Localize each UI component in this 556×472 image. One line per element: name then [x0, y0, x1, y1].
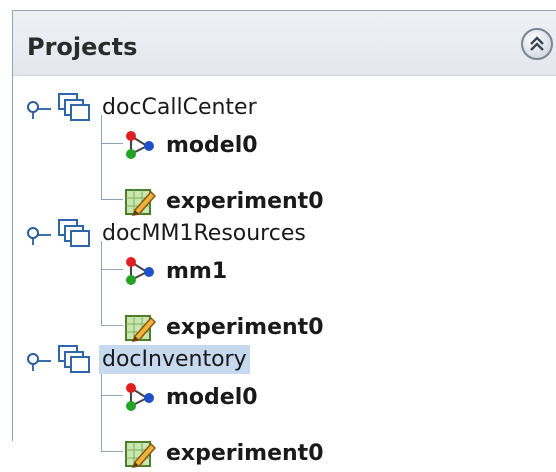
tree-node-model[interactable]: model0 [123, 379, 261, 415]
project-name: docMM1Resources [102, 220, 306, 246]
tree-guide-line [101, 241, 102, 325]
collapse-panel-button[interactable] [521, 28, 553, 60]
projects-panel: Projects docCallCenter model0 experiment… [12, 10, 556, 468]
tree-guide-line [101, 143, 123, 144]
model-name: mm1 [166, 258, 228, 284]
tree-guide-line [101, 367, 102, 451]
tree-node-project[interactable]: docMM1Resources [27, 215, 309, 251]
experiment-icon [123, 312, 157, 342]
tree-guide-line [101, 269, 123, 270]
model-name: model0 [166, 132, 258, 158]
panel-header: Projects [13, 11, 556, 76]
project-icon [57, 344, 91, 374]
experiment-name: experiment0 [166, 440, 324, 466]
project-tree: docCallCenter model0 experiment0 docMM1R… [13, 75, 556, 468]
experiment-icon [123, 186, 157, 216]
model-name: model0 [166, 384, 258, 410]
tree-guide-line [101, 115, 102, 199]
tree-node-project[interactable]: docCallCenter [27, 89, 260, 125]
expand-handle-icon[interactable] [27, 225, 51, 245]
experiment-name: experiment0 [166, 188, 324, 214]
model-icon [123, 130, 157, 160]
tree-guide-line [101, 325, 123, 326]
tree-node-experiment[interactable]: experiment0 [123, 309, 327, 345]
project-icon [57, 218, 91, 248]
project-name: docInventory [99, 344, 250, 374]
tree-node-experiment[interactable]: experiment0 [123, 435, 327, 471]
project-icon [57, 92, 91, 122]
tree-node-model[interactable]: mm1 [123, 253, 230, 289]
model-icon [123, 382, 157, 412]
tree-guide-line [101, 451, 123, 452]
tree-node-experiment[interactable]: experiment0 [123, 183, 327, 219]
experiment-name: experiment0 [166, 314, 324, 340]
tree-guide-line [101, 199, 123, 200]
expand-handle-icon[interactable] [27, 351, 51, 371]
experiment-icon [123, 438, 157, 468]
project-name: docCallCenter [102, 94, 257, 120]
tree-guide-line [101, 395, 123, 396]
panel-title: Projects [27, 33, 138, 61]
expand-handle-icon[interactable] [27, 99, 51, 119]
model-icon [123, 256, 157, 286]
tree-node-model[interactable]: model0 [123, 127, 261, 163]
tree-node-project[interactable]: docInventory [27, 341, 250, 377]
